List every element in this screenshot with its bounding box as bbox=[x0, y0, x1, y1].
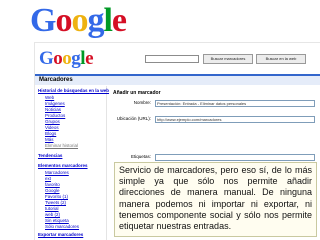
sidebar-bookmark-item[interactable]: Sólo marcadores bbox=[45, 224, 79, 230]
header-bar: Marcadores bbox=[35, 76, 320, 85]
search-bookmarks-button[interactable]: Buscar marcadores bbox=[203, 54, 253, 64]
logo-letter: o bbox=[55, 2, 72, 39]
sidebar: Historial de búsquedas en la web Web Imá… bbox=[35, 86, 109, 240]
logo-letter: o bbox=[71, 2, 88, 39]
sidebar-history-heading[interactable]: Historial de búsquedas en la web bbox=[38, 88, 109, 94]
caption-text: Servicio de marcadores, pero eso sí, de … bbox=[114, 162, 317, 237]
logo-letter: e bbox=[85, 48, 93, 69]
url-input[interactable]: http://www.ejemplo.com/marcadores bbox=[155, 116, 315, 123]
sidebar-item-clear-history[interactable]: Eliminar historial bbox=[45, 143, 78, 149]
sidebar-export-link[interactable]: Exportar marcadores bbox=[38, 232, 83, 238]
name-label: Nombre: bbox=[133, 100, 151, 105]
sidebar-bookmarks-heading[interactable]: Elementos marcadores bbox=[38, 163, 88, 169]
form-title: Añadir un marcador bbox=[113, 90, 161, 96]
logo-letter: g bbox=[87, 2, 104, 39]
logo-letter: l bbox=[103, 2, 113, 39]
bookmarks-google-logo[interactable]: Google bbox=[39, 49, 93, 69]
tags-label: Etiquetas: bbox=[130, 154, 151, 159]
url-label: Ubicación (URL): bbox=[116, 116, 151, 121]
page-title: Marcadores bbox=[39, 77, 73, 83]
logo-letter: e bbox=[111, 2, 127, 39]
bookmarks-search-input[interactable] bbox=[145, 55, 199, 63]
tags-input[interactable] bbox=[155, 154, 315, 161]
google-logo: Google bbox=[30, 2, 127, 39]
logo-letter: o bbox=[62, 48, 72, 69]
logo-letter: G bbox=[30, 2, 56, 39]
logo-letter: o bbox=[53, 48, 63, 69]
logo-letter: G bbox=[39, 48, 54, 69]
sidebar-trends-link[interactable]: Tendencias bbox=[38, 153, 62, 159]
logo-letter: g bbox=[71, 48, 81, 69]
name-input[interactable]: Presentación: Entrada - Eliminar datos p… bbox=[155, 100, 315, 107]
search-web-button[interactable]: Buscar en la web bbox=[256, 54, 306, 64]
